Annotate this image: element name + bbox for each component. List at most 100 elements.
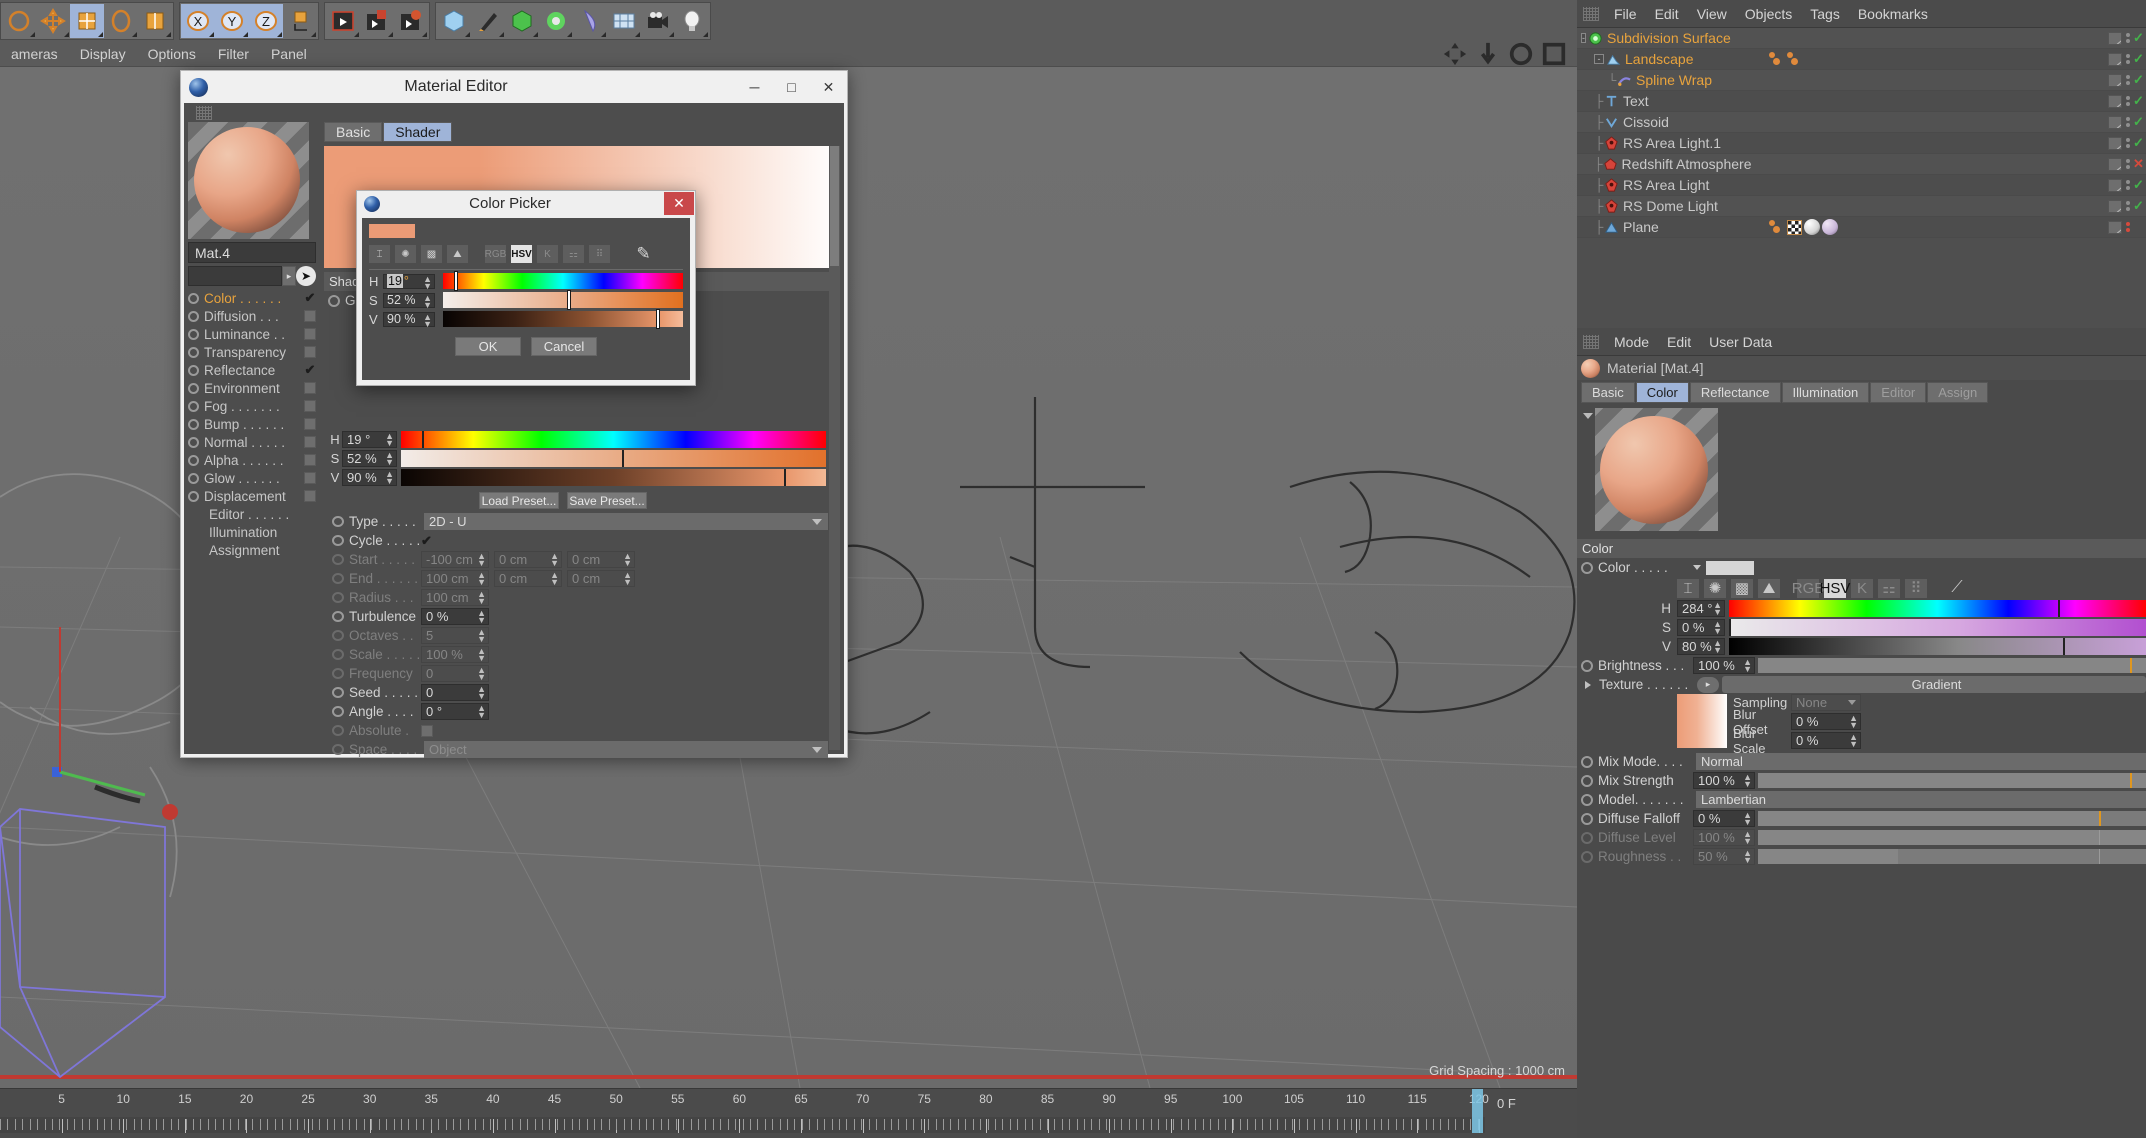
- editor-visibility-dot[interactable]: [2125, 180, 2130, 184]
- render-visibility-dot[interactable]: [2125, 39, 2130, 43]
- material-ball-white-icon[interactable]: [1804, 219, 1820, 235]
- close-icon[interactable]: ✕: [664, 192, 694, 215]
- close-button[interactable]: ✕: [810, 72, 847, 102]
- shader-param-checkbox[interactable]: [421, 724, 433, 737]
- hsv-slider-V[interactable]: [1729, 638, 2146, 655]
- bend-icon[interactable]: [573, 4, 607, 38]
- shader-param-radio[interactable]: [332, 744, 344, 755]
- param-radio[interactable]: [1581, 831, 1593, 844]
- channel-list[interactable]: Color . . . . . . ✔ Diffusion . . . Luminan…: [188, 289, 316, 505]
- editor-visibility-dot[interactable]: [2125, 201, 2130, 205]
- object-state-cells[interactable]: ✓: [2108, 93, 2146, 109]
- object-manager[interactable]: - Subdivision Surface ✓ - Landscape ✓ └ Spline …: [1577, 28, 2146, 328]
- move-icon[interactable]: [36, 4, 70, 38]
- shader-param-row[interactable]: Frequency 0 ▲ ▼: [324, 664, 840, 683]
- channel-radio[interactable]: [188, 364, 199, 376]
- object-state-cells[interactable]: ✓: [2108, 198, 2146, 214]
- viewport-menu-panel[interactable]: Panel: [260, 42, 318, 67]
- editor-visibility-dot[interactable]: [2125, 75, 2130, 79]
- axis-move-icon[interactable]: [1442, 41, 1468, 67]
- visibility-dots[interactable]: [2125, 222, 2130, 232]
- param-radio[interactable]: [1581, 793, 1593, 806]
- spinner-icon[interactable]: ▲ ▼: [385, 451, 394, 467]
- param-row[interactable]: Mix Strength 100 % ▲ ▼: [1577, 771, 2146, 790]
- param-value-field[interactable]: 100 % ▲ ▼: [1693, 829, 1755, 846]
- cube-icon[interactable]: [437, 4, 471, 38]
- attrmgr-menu-user-data[interactable]: User Data: [1700, 334, 1781, 350]
- material-search-row[interactable]: ▸ ➤: [188, 266, 316, 286]
- render-settings-icon[interactable]: [394, 4, 428, 38]
- material-name-field[interactable]: Mat.4: [188, 242, 316, 263]
- cp-slider-H[interactable]: [443, 272, 683, 290]
- shader-param-radio[interactable]: [332, 630, 344, 641]
- texture-field[interactable]: Gradient: [1722, 676, 2146, 693]
- shader-param-field[interactable]: -100 cm ▲ ▼: [421, 551, 489, 568]
- shader-param-field[interactable]: 0 cm ▲ ▼: [567, 570, 635, 587]
- object-row[interactable]: ├ RS Dome Light ✓: [1577, 196, 2146, 217]
- panel-icon[interactable]: [1541, 41, 1567, 67]
- color-mode-toolbar[interactable]: ⌶ ✺ ▩ ⛰ RGB HSV K ⚏ ⠿ ✎: [369, 244, 683, 264]
- swatches-icon[interactable]: ⠿: [1905, 578, 1927, 598]
- shader-param-field[interactable]: 5 ▲ ▼: [421, 627, 489, 644]
- spinner-icon[interactable]: ▲ ▼: [1743, 773, 1752, 789]
- cancel-button[interactable]: Cancel: [531, 337, 597, 356]
- shader-param-row[interactable]: Space . . . . Object: [324, 740, 840, 759]
- channel-extra-item[interactable]: Assignment: [188, 541, 316, 559]
- y-axis-icon[interactable]: Y: [215, 4, 249, 38]
- layer-cell[interactable]: [2108, 31, 2122, 45]
- shader-param-radio[interactable]: [332, 725, 344, 736]
- tab-color[interactable]: Color: [1635, 382, 1689, 403]
- hsv-sliders[interactable]: H 284 ° ▲ ▼ S 0 % ▲ ▼ V 80 % ▲ ▼: [1577, 599, 2146, 656]
- channel-checkbox[interactable]: [304, 400, 316, 412]
- render-visibility-dot[interactable]: [2125, 123, 2130, 127]
- visibility-dots[interactable]: [2125, 75, 2130, 85]
- visibility-dots[interactable]: [2125, 33, 2130, 43]
- me-hsv-slider-V[interactable]: [401, 469, 826, 486]
- range-icon[interactable]: ⌶: [369, 245, 390, 263]
- gradient-radio[interactable]: [328, 294, 340, 307]
- maximize-button[interactable]: □: [773, 72, 810, 102]
- color-preview-swatch[interactable]: [369, 224, 415, 238]
- channel-row[interactable]: Diffusion . . .: [188, 307, 316, 325]
- shader-param-field[interactable]: 0 ▲ ▼: [421, 665, 489, 682]
- channel-row[interactable]: Luminance . .: [188, 325, 316, 343]
- cp-value-field-V[interactable]: 90 % ▲ ▼: [383, 311, 435, 328]
- hsv-value-field-S[interactable]: 0 % ▲ ▼: [1677, 619, 1725, 636]
- editor-visibility-dot[interactable]: [2125, 33, 2130, 37]
- visibility-dots[interactable]: [2125, 96, 2130, 106]
- hsv-cursor[interactable]: [2062, 638, 2065, 655]
- cp-slider-V[interactable]: [443, 310, 683, 328]
- preset-button-savepreset[interactable]: Save Preset...: [567, 492, 647, 509]
- cp-slider-cursor[interactable]: [656, 310, 659, 328]
- shader-param-checkbox[interactable]: ✔: [421, 533, 433, 548]
- spinner-icon[interactable]: ▲ ▼: [623, 552, 632, 568]
- spinner-icon[interactable]: ▲ ▼: [1713, 601, 1722, 617]
- collapse-triangle-icon[interactable]: [1583, 413, 1593, 419]
- tab-illumination[interactable]: Illumination: [1781, 382, 1870, 403]
- object-row[interactable]: ├ RS Area Light ✓: [1577, 175, 2146, 196]
- hsv-cursor[interactable]: [422, 431, 425, 448]
- shader-param-row[interactable]: Seed . . . . . 0 ▲ ▼: [324, 683, 840, 702]
- spinner-icon[interactable]: ▲ ▼: [1743, 811, 1752, 827]
- layer-cell[interactable]: [2108, 94, 2122, 108]
- channel-radio[interactable]: [188, 328, 199, 340]
- render-visibility-dot[interactable]: [2125, 81, 2130, 85]
- objmgr-menu-objects[interactable]: Objects: [1736, 6, 1801, 22]
- layer-cell[interactable]: [2108, 199, 2122, 213]
- enabled-icon[interactable]: ✓: [2133, 135, 2145, 151]
- enabled-icon[interactable]: ✓: [2133, 51, 2145, 67]
- viewport-menu-filter[interactable]: Filter: [207, 42, 260, 67]
- editor-visibility-dot[interactable]: [2125, 222, 2130, 226]
- spinner-icon[interactable]: ▲ ▼: [477, 571, 486, 587]
- texture-sub-row[interactable]: Blur Scale 0 % ▲ ▼: [1733, 726, 2146, 756]
- hsv-value-field-V[interactable]: 80 % ▲ ▼: [1677, 638, 1725, 655]
- color-picker-titlebar[interactable]: Color Picker ✕: [357, 191, 695, 216]
- material-editor-hsv[interactable]: H 19 ° ▲ ▼ S 52 % ▲ ▼ V 90 % ▲ ▼: [324, 430, 840, 487]
- hsv-row-S[interactable]: S 0 % ▲ ▼: [1577, 618, 2146, 637]
- objmgr-menu-tags[interactable]: Tags: [1801, 6, 1849, 22]
- cp-slider-cursor[interactable]: [455, 272, 458, 290]
- material-tab-basic[interactable]: Basic: [324, 122, 383, 142]
- object-row[interactable]: - Subdivision Surface ✓: [1577, 28, 2146, 49]
- object-row[interactable]: └ Spline Wrap ✓: [1577, 70, 2146, 91]
- shader-param-field[interactable]: 100 % ▲ ▼: [421, 646, 489, 663]
